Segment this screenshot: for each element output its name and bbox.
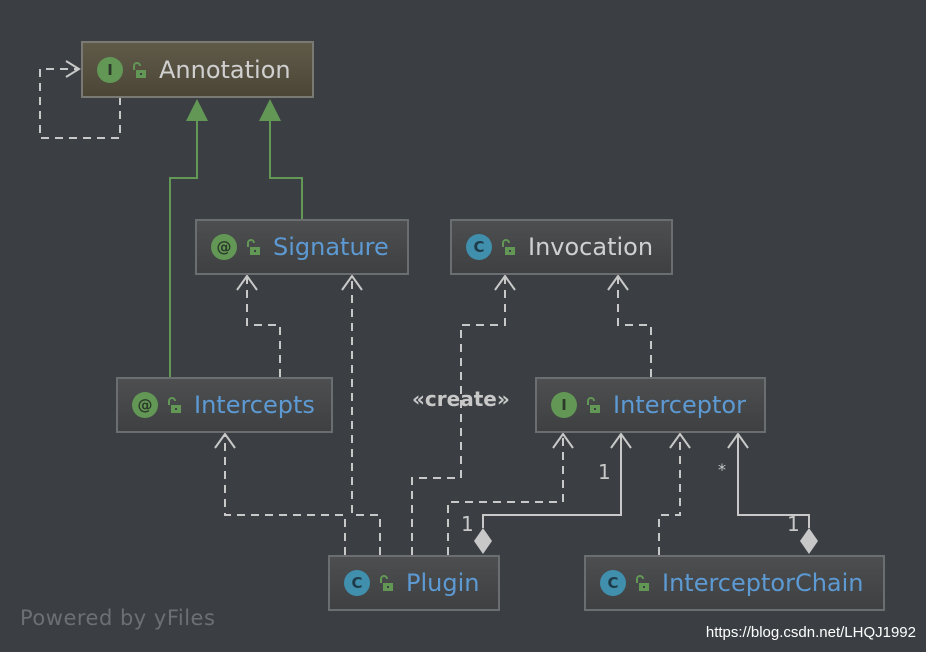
unlock-icon — [380, 575, 393, 591]
node-name: Intercepts — [194, 391, 315, 419]
interface-icon: I — [551, 392, 577, 418]
class-icon: C — [344, 570, 370, 596]
node-name: Annotation — [159, 55, 291, 84]
multiplicity-label: 1 — [461, 512, 474, 536]
node-intercepts[interactable]: @ Intercepts — [116, 377, 333, 433]
node-plugin[interactable]: C Plugin — [328, 555, 500, 611]
watermark: https://blog.csdn.net/LHQJ1992 — [705, 624, 916, 641]
multiplicity-label: 1 — [787, 512, 800, 536]
class-icon: C — [466, 234, 492, 260]
powered-by-footer: Powered by yFiles — [20, 606, 216, 630]
create-label: «create» — [412, 387, 510, 411]
node-invocation[interactable]: C Invocation — [450, 219, 673, 275]
node-interceptor-chain[interactable]: C InterceptorChain — [584, 555, 885, 611]
node-name: Signature — [273, 233, 389, 261]
composition-diamond — [800, 528, 818, 554]
inheritance-arrow — [259, 99, 281, 121]
unlock-icon — [247, 239, 260, 255]
edge-intercepts-signature — [246, 276, 281, 377]
node-name: Plugin — [406, 569, 480, 597]
unlock-icon — [168, 397, 181, 413]
unlock-icon — [636, 575, 649, 591]
multiplicity-label: * — [718, 460, 726, 479]
annotation-icon: @ — [132, 392, 158, 418]
edge-signature-annotation — [269, 120, 303, 219]
unlock-icon — [502, 239, 515, 255]
composition-diamond — [474, 528, 492, 554]
annotation-icon: @ — [211, 234, 237, 260]
class-icon: C — [600, 570, 626, 596]
node-name: InterceptorChain — [662, 569, 864, 597]
node-name: Interceptor — [613, 391, 746, 419]
edge-plugin-interceptor — [447, 434, 564, 555]
node-annotation[interactable]: I Annotation — [81, 41, 314, 98]
node-interceptor[interactable]: I Interceptor — [535, 377, 766, 433]
edge-plugin-intercepts — [224, 434, 346, 555]
multiplicity-label: 1 — [598, 460, 611, 484]
unlock-icon — [587, 397, 600, 413]
unlock-icon — [133, 61, 146, 78]
node-signature[interactable]: @ Signature — [195, 219, 409, 275]
node-name: Invocation — [528, 233, 654, 261]
edge-intercepts-annotation — [169, 120, 198, 377]
edge-plugin-invocation-create — [411, 276, 506, 555]
edge-plugin-signature — [351, 276, 381, 555]
edge-chain-interceptor — [658, 434, 681, 555]
edge-interceptor-invocation — [617, 276, 652, 377]
inheritance-arrow — [186, 99, 208, 121]
interface-icon: I — [97, 56, 123, 83]
